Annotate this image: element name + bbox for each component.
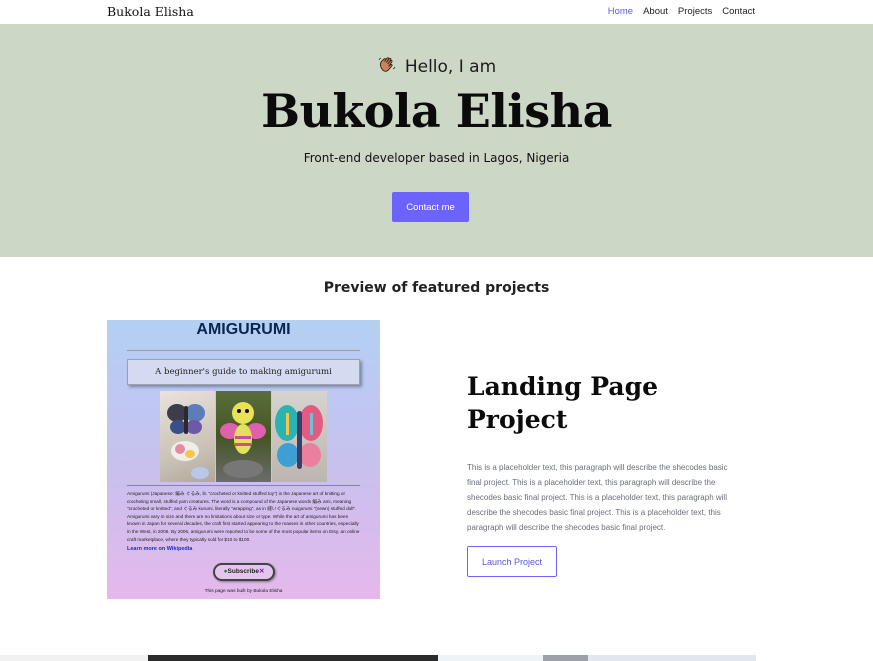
project-title: Landing Page Project (467, 372, 659, 434)
subscribe-yarn-icon: ✕ (258, 568, 265, 575)
preview-photo-butterfly (160, 391, 215, 482)
nav-link-contact[interactable]: Contact (722, 6, 755, 17)
preview-photo-teal-butterfly (272, 391, 327, 482)
preview-subtitle-box: A beginner's guide to making amigurumi (127, 359, 360, 385)
nav-links: Home About Projects Contact (608, 6, 755, 17)
preview-divider-2 (127, 485, 360, 486)
launch-project-button[interactable]: Launch Project (467, 546, 557, 577)
preview-subscribe-button: ●Subscribe✕ (213, 563, 275, 581)
preview-body-text: Amigurumi (Japanese: 編み ぐるみ, lit. "croch… (127, 491, 360, 542)
nav-link-projects[interactable]: Projects (678, 6, 712, 17)
preview-divider (127, 350, 360, 351)
navbar-brand[interactable]: Bukola Elisha (107, 4, 194, 19)
preview-footer: This page was built by Bukola Elisha (204, 589, 283, 594)
hero-name: Bukola Elisha (261, 84, 612, 138)
preview-subscribe-label: Subscribe (227, 568, 259, 575)
next-project-preview-edge (0, 655, 873, 661)
project-description: This is a placeholder text, this paragra… (467, 463, 728, 532)
preview-heading: AMIGURUMI (196, 321, 291, 338)
nav-link-about[interactable]: About (643, 6, 668, 17)
featured-section-title: Preview of featured projects (323, 280, 550, 296)
waving-hand-icon (378, 57, 396, 72)
navbar: Bukola Elisha Home About Projects Contac… (0, 0, 873, 24)
preview-photo-bee (216, 391, 271, 482)
nav-link-home[interactable]: Home (608, 6, 633, 17)
hero-section: Hello, I am Bukola Elisha Front-end deve… (0, 24, 873, 257)
preview-wikipedia-link: Learn more on Wikipedia (127, 546, 193, 552)
project-preview-image[interactable]: AMIGURUMI A beginner's guide to making a… (107, 320, 380, 599)
preview-photo-strip (160, 391, 327, 482)
contact-me-button[interactable]: Contact me (392, 192, 469, 222)
hero-subtitle: Front-end developer based in Lagos, Nige… (303, 151, 570, 165)
hero-greeting: Hello, I am (0, 55, 873, 77)
hero-greeting-text: Hello, I am (404, 57, 497, 77)
